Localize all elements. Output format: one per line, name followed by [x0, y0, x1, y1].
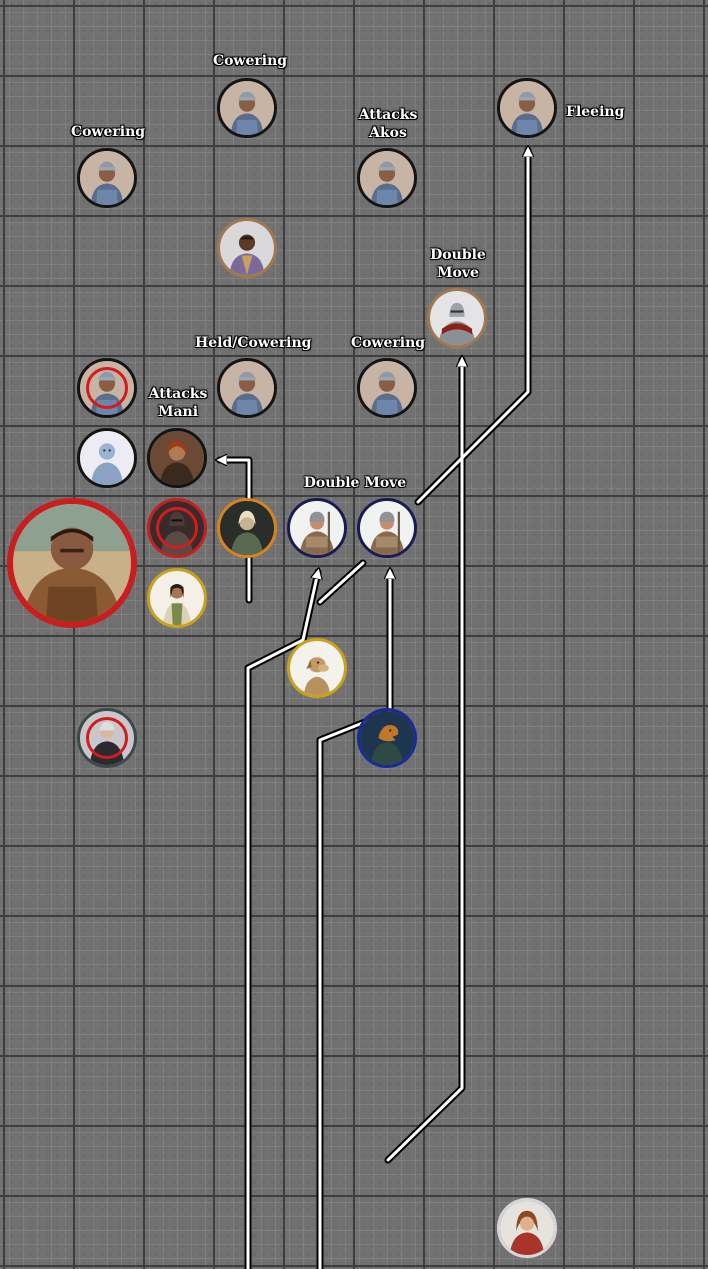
guard-token-cowering-left[interactable]	[77, 148, 137, 208]
soldier-token-b[interactable]	[357, 498, 417, 558]
ogre-boss-token[interactable]	[7, 498, 137, 628]
soldier-portrait	[360, 501, 414, 555]
status-label-fleeing: Fleeing	[566, 104, 625, 120]
guard-portrait	[360, 361, 414, 415]
status-label-double-move-mid: Double Move	[303, 475, 407, 491]
dog-portrait	[290, 641, 344, 695]
battle-map[interactable]: Cowering Cowering Attacks Akos Fleeing D…	[0, 0, 708, 1269]
guard-portrait	[80, 151, 134, 205]
guard-token-cowering-mid[interactable]	[357, 358, 417, 418]
darkwarrior-portrait	[150, 501, 204, 555]
pale-creature-token[interactable]	[77, 428, 137, 488]
lizard-portrait	[360, 711, 414, 765]
status-label-held-cowering: Held/Cowering	[195, 335, 312, 351]
guard-portrait	[80, 361, 134, 415]
status-label-cowering-left: Cowering	[70, 124, 146, 140]
guard-portrait	[220, 361, 274, 415]
woman-portrait	[500, 1201, 554, 1255]
soldier-token-a[interactable]	[287, 498, 347, 558]
armored-token-marked[interactable]	[77, 708, 137, 768]
status-label-double-move-top: Double Move	[430, 247, 486, 281]
noble-portrait	[220, 221, 274, 275]
noble-token[interactable]	[217, 218, 277, 278]
rogue-portrait	[150, 431, 204, 485]
status-label-attacks-akos: Attacks Akos	[358, 107, 418, 141]
guard-portrait	[220, 81, 274, 135]
lizardfolk-token[interactable]	[357, 708, 417, 768]
elf-portrait	[220, 501, 274, 555]
guard-token-held-cowering[interactable]	[217, 358, 277, 418]
rogue-token-attacks-mani[interactable]	[147, 428, 207, 488]
elf-warrior-token[interactable]	[217, 498, 277, 558]
ranger-token[interactable]	[147, 568, 207, 628]
guard-token-cowering-top[interactable]	[217, 78, 277, 138]
guard-portrait	[360, 151, 414, 205]
soldier-portrait	[290, 501, 344, 555]
guard-portrait	[500, 81, 554, 135]
guard-token-fleeing[interactable]	[497, 78, 557, 138]
ranger-portrait	[150, 571, 204, 625]
knight-portrait	[430, 291, 484, 345]
knight-token-double-move[interactable]	[427, 288, 487, 348]
status-label-attacks-mani: Attacks Mani	[148, 386, 208, 420]
ogre-portrait	[13, 504, 131, 622]
woman-token[interactable]	[497, 1198, 557, 1258]
arrow-soldier-diagonal	[318, 561, 365, 604]
armored-portrait	[80, 711, 134, 765]
guard-token-marked[interactable]	[77, 358, 137, 418]
dog-token[interactable]	[287, 638, 347, 698]
status-label-cowering-mid: Cowering	[350, 335, 426, 351]
guard-token-attacks-akos[interactable]	[357, 148, 417, 208]
dark-warrior-token[interactable]	[147, 498, 207, 558]
status-label-cowering-top: Cowering	[212, 53, 288, 69]
pale-portrait	[80, 431, 134, 485]
